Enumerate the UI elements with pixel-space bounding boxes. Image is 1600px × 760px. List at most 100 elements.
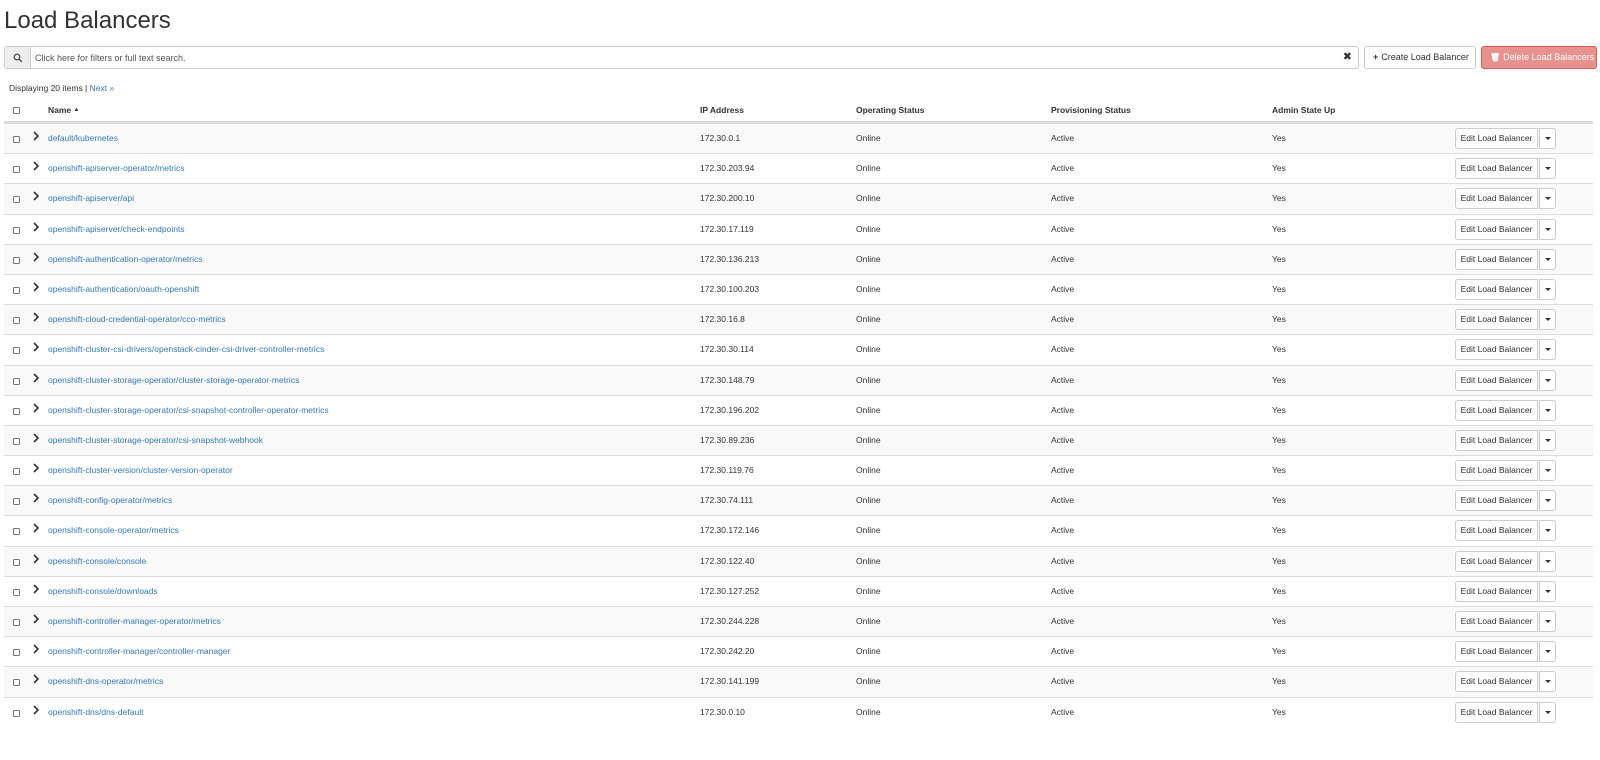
more-actions-dropdown[interactable] xyxy=(1539,339,1556,361)
row-checkbox[interactable] xyxy=(13,679,20,687)
edit-load-balancer-button[interactable]: Edit Load Balancer xyxy=(1455,550,1538,572)
more-actions-dropdown[interactable] xyxy=(1539,248,1556,270)
chevron-right-icon[interactable] xyxy=(31,521,41,535)
create-load-balancer-button[interactable]: + Create Load Balancer xyxy=(1364,46,1476,69)
row-checkbox[interactable] xyxy=(13,196,20,204)
load-balancer-name-link[interactable]: openshift-config-operator/metrics xyxy=(48,495,172,505)
row-checkbox[interactable] xyxy=(13,528,20,536)
load-balancer-name-link[interactable]: openshift-console/downloads xyxy=(48,586,158,596)
edit-load-balancer-button[interactable]: Edit Load Balancer xyxy=(1455,248,1538,270)
edit-load-balancer-button[interactable]: Edit Load Balancer xyxy=(1455,460,1538,482)
more-actions-dropdown[interactable] xyxy=(1539,188,1556,210)
load-balancer-name-link[interactable]: openshift-apiserver/api xyxy=(48,193,134,203)
delete-load-balancers-button[interactable]: 🗑 Delete Load Balancers xyxy=(1481,46,1597,69)
edit-load-balancer-button[interactable]: Edit Load Balancer xyxy=(1455,158,1538,180)
chevron-right-icon[interactable] xyxy=(31,310,41,324)
edit-load-balancer-button[interactable]: Edit Load Balancer xyxy=(1455,399,1538,421)
row-checkbox[interactable] xyxy=(13,347,20,355)
edit-load-balancer-button[interactable]: Edit Load Balancer xyxy=(1455,188,1538,210)
chevron-right-icon[interactable] xyxy=(31,672,41,686)
more-actions-dropdown[interactable] xyxy=(1539,369,1556,391)
edit-load-balancer-button[interactable]: Edit Load Balancer xyxy=(1455,701,1538,723)
load-balancer-name-link[interactable]: openshift-controller-manager/controller-… xyxy=(48,646,230,656)
row-checkbox[interactable] xyxy=(13,498,20,506)
more-actions-dropdown[interactable] xyxy=(1539,641,1556,663)
next-page-link[interactable]: Next » xyxy=(90,83,115,93)
row-checkbox[interactable] xyxy=(13,377,20,385)
chevron-right-icon[interactable] xyxy=(31,491,41,505)
edit-load-balancer-button[interactable]: Edit Load Balancer xyxy=(1455,218,1538,240)
more-actions-dropdown[interactable] xyxy=(1539,580,1556,602)
row-checkbox[interactable] xyxy=(13,437,20,445)
edit-load-balancer-button[interactable]: Edit Load Balancer xyxy=(1455,429,1538,451)
chevron-right-icon[interactable] xyxy=(31,129,41,143)
load-balancer-name-link[interactable]: openshift-cluster-version/cluster-versio… xyxy=(48,465,233,475)
chevron-right-icon[interactable] xyxy=(31,461,41,475)
chevron-right-icon[interactable] xyxy=(31,280,41,294)
chevron-right-icon[interactable] xyxy=(31,340,41,354)
load-balancer-name-link[interactable]: openshift-console/console xyxy=(48,556,146,566)
row-checkbox[interactable] xyxy=(13,286,20,294)
row-checkbox[interactable] xyxy=(13,558,20,566)
chevron-right-icon[interactable] xyxy=(31,552,41,566)
chevron-right-icon[interactable] xyxy=(31,250,41,264)
chevron-right-icon[interactable] xyxy=(31,371,41,385)
load-balancer-name-link[interactable]: openshift-authentication/oauth-openshift xyxy=(48,284,199,294)
row-checkbox[interactable] xyxy=(13,136,20,143)
edit-load-balancer-button[interactable]: Edit Load Balancer xyxy=(1455,520,1538,542)
load-balancer-name-link[interactable]: openshift-cluster-storage-operator/csi-s… xyxy=(48,405,329,415)
load-balancer-name-link[interactable]: default/kubernetes xyxy=(48,133,118,143)
row-checkbox[interactable] xyxy=(13,166,20,174)
chevron-right-icon[interactable] xyxy=(31,431,41,445)
more-actions-dropdown[interactable] xyxy=(1539,429,1556,451)
chevron-right-icon[interactable] xyxy=(31,189,41,203)
search-input[interactable] xyxy=(31,47,1331,68)
edit-load-balancer-button[interactable]: Edit Load Balancer xyxy=(1455,580,1538,602)
more-actions-dropdown[interactable] xyxy=(1539,490,1556,512)
edit-load-balancer-button[interactable]: Edit Load Balancer xyxy=(1455,641,1538,663)
edit-load-balancer-button[interactable]: Edit Load Balancer xyxy=(1455,671,1538,693)
more-actions-dropdown[interactable] xyxy=(1539,671,1556,693)
load-balancer-name-link[interactable]: openshift-apiserver/check-endpoints xyxy=(48,224,185,234)
more-actions-dropdown[interactable] xyxy=(1539,520,1556,542)
load-balancer-name-link[interactable]: openshift-dns/dns-default xyxy=(48,707,143,717)
column-name[interactable]: Name ▲ xyxy=(48,105,79,115)
row-checkbox[interactable] xyxy=(13,317,20,325)
clear-search-icon[interactable]: ✖ xyxy=(1343,50,1352,64)
load-balancer-name-link[interactable]: openshift-cluster-csi-drivers/openstack-… xyxy=(48,344,324,354)
chevron-right-icon[interactable] xyxy=(31,703,41,717)
row-checkbox[interactable] xyxy=(13,709,20,717)
more-actions-dropdown[interactable] xyxy=(1539,701,1556,723)
edit-load-balancer-button[interactable]: Edit Load Balancer xyxy=(1455,490,1538,512)
load-balancer-name-link[interactable]: openshift-cluster-storage-operator/clust… xyxy=(48,375,299,385)
load-balancer-name-link[interactable]: openshift-apiserver-operator/metrics xyxy=(48,163,185,173)
load-balancer-name-link[interactable]: openshift-console-operator/metrics xyxy=(48,525,179,535)
more-actions-dropdown[interactable] xyxy=(1539,399,1556,421)
more-actions-dropdown[interactable] xyxy=(1539,460,1556,482)
chevron-right-icon[interactable] xyxy=(31,401,41,415)
chevron-right-icon[interactable] xyxy=(31,220,41,234)
edit-load-balancer-button[interactable]: Edit Load Balancer xyxy=(1455,369,1538,391)
more-actions-dropdown[interactable] xyxy=(1539,309,1556,331)
chevron-right-icon[interactable] xyxy=(31,159,41,173)
more-actions-dropdown[interactable] xyxy=(1539,278,1556,300)
load-balancer-name-link[interactable]: openshift-authentication-operator/metric… xyxy=(48,254,203,264)
select-all-checkbox[interactable] xyxy=(13,107,20,114)
load-balancer-name-link[interactable]: openshift-controller-manager-operator/me… xyxy=(48,616,221,626)
edit-load-balancer-button[interactable]: Edit Load Balancer xyxy=(1455,339,1538,361)
search-icon[interactable] xyxy=(5,47,31,68)
edit-load-balancer-button[interactable]: Edit Load Balancer xyxy=(1455,278,1538,300)
more-actions-dropdown[interactable] xyxy=(1539,611,1556,632)
chevron-right-icon[interactable] xyxy=(31,642,41,656)
edit-load-balancer-button[interactable]: Edit Load Balancer xyxy=(1455,128,1538,149)
row-checkbox[interactable] xyxy=(13,226,20,234)
row-checkbox[interactable] xyxy=(13,619,20,626)
load-balancer-name-link[interactable]: openshift-dns-operator/metrics xyxy=(48,676,163,686)
row-checkbox[interactable] xyxy=(13,588,20,596)
row-checkbox[interactable] xyxy=(13,407,20,415)
more-actions-dropdown[interactable] xyxy=(1539,550,1556,572)
row-checkbox[interactable] xyxy=(13,649,20,657)
chevron-right-icon[interactable] xyxy=(31,582,41,596)
load-balancer-name-link[interactable]: openshift-cluster-storage-operator/csi-s… xyxy=(48,435,263,445)
more-actions-dropdown[interactable] xyxy=(1539,128,1556,149)
